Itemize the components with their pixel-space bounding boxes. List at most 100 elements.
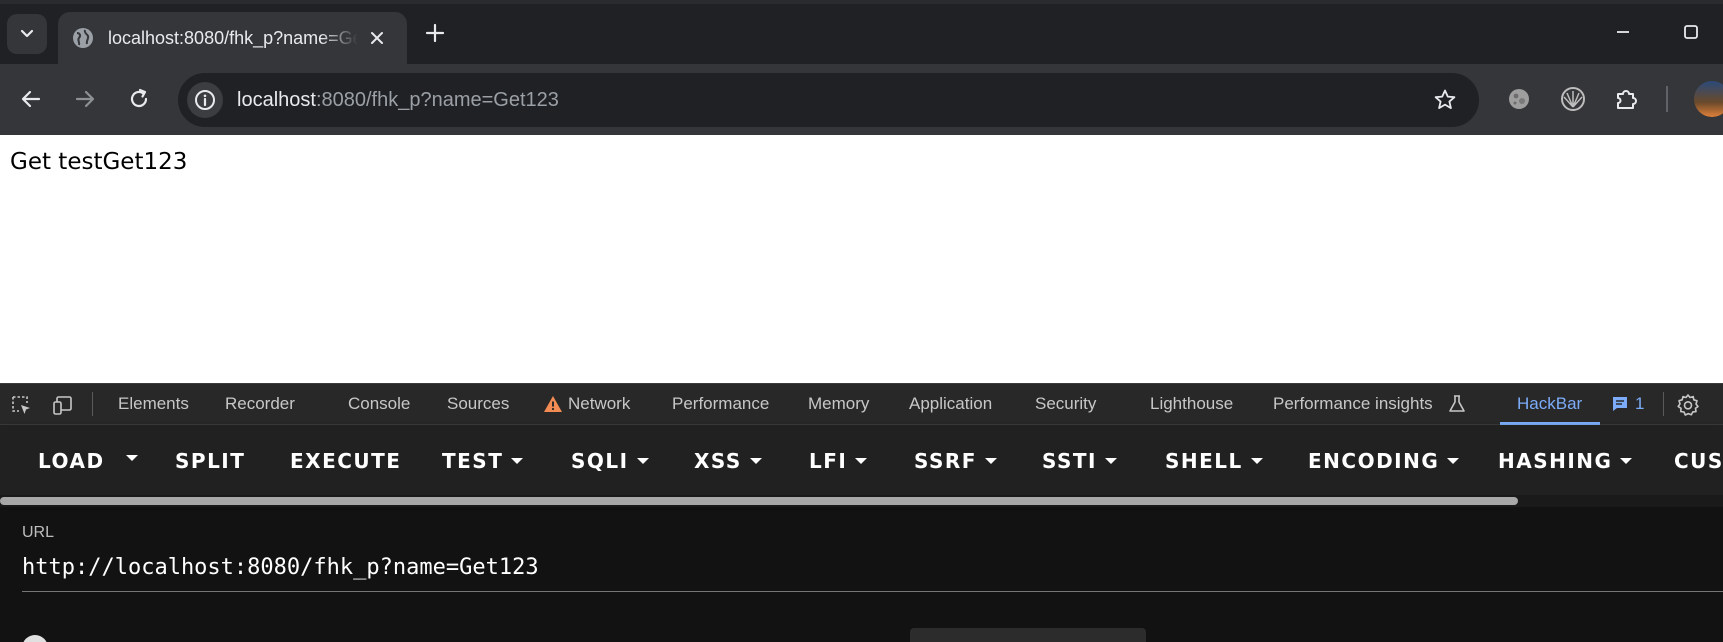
shell-menu-label: SHELL [1165, 449, 1243, 473]
forward-button[interactable] [70, 84, 100, 114]
test-menu-label: TEST [442, 449, 504, 473]
bookmark-star-icon[interactable] [1433, 88, 1457, 112]
url-field-underline [22, 591, 1723, 592]
shell-extension-icon [1561, 87, 1585, 111]
tab-performance[interactable]: Performance [672, 394, 769, 414]
lfi-menu-label: LFI [809, 449, 848, 473]
tab-security[interactable]: Security [1035, 394, 1096, 414]
load-dropdown-caret[interactable] [126, 455, 138, 461]
caret-down-icon [636, 457, 649, 464]
extension-moon-button[interactable] [1503, 83, 1535, 115]
puzzle-piece-icon [1617, 90, 1637, 109]
experiment-flask-icon [1449, 395, 1465, 412]
message-icon [1613, 397, 1627, 411]
scrollbar-thumb[interactable] [0, 497, 1518, 505]
browser-toolbar: localhost:8080/fhk_p?name=Get123 [0, 64, 1723, 135]
extensions-button[interactable] [1611, 83, 1643, 115]
globe-icon [73, 28, 93, 48]
devtools-tab-bar: Elements Recorder Console Sources Networ… [0, 383, 1723, 425]
maximize-window-icon[interactable] [1681, 22, 1701, 42]
ssrf-menu[interactable]: SSRF [914, 449, 997, 473]
hashing-menu[interactable]: HASHING [1498, 449, 1633, 473]
url-host: localhost [237, 88, 316, 111]
tab-hackbar[interactable]: HackBar [1517, 394, 1582, 414]
tab-sources[interactable]: Sources [447, 394, 509, 414]
shell-menu[interactable]: SHELL [1165, 449, 1263, 473]
browser-tab[interactable]: localhost:8080/fhk_p?name=Get123 [58, 12, 407, 64]
hashing-menu-label: HASHING [1498, 449, 1613, 473]
tab-lighthouse[interactable]: Lighthouse [1150, 394, 1233, 414]
tab-strip: localhost:8080/fhk_p?name=Get123 [0, 0, 1723, 64]
caret-down-icon [984, 457, 997, 464]
hackbar-menu: LOAD SPLIT EXECUTE TEST SQLI XSS LFI SSR… [0, 425, 1723, 495]
load-button[interactable]: LOAD [38, 449, 105, 473]
inspect-element-icon[interactable] [10, 394, 32, 416]
ssti-menu[interactable]: SSTI [1042, 449, 1117, 473]
execute-button[interactable]: EXECUTE [290, 449, 401, 473]
site-info-button[interactable] [187, 82, 223, 118]
encoding-menu[interactable]: ENCODING [1308, 449, 1460, 473]
caret-down-icon [511, 457, 524, 464]
hackbar-horizontal-scrollbar[interactable] [0, 495, 1723, 507]
tab-performance-insights[interactable]: Performance insights [1273, 394, 1433, 414]
encoding-menu-label: ENCODING [1308, 449, 1440, 473]
address-bar[interactable]: localhost:8080/fhk_p?name=Get123 [178, 73, 1479, 127]
caret-down-icon [1250, 457, 1263, 464]
tab-strip-top-edge [0, 0, 1723, 4]
page-viewport: Get testGet123 [0, 135, 1723, 383]
issues-counter[interactable]: 1 [1611, 394, 1644, 414]
device-toolbar-icon[interactable] [52, 394, 74, 416]
partial-control[interactable] [910, 628, 1146, 642]
split-button[interactable]: SPLIT [175, 449, 245, 473]
caret-down-icon [1447, 457, 1460, 464]
hackbar-body: URL http://localhost:8080/fhk_p?name=Get… [0, 507, 1723, 642]
caret-down-icon [1620, 457, 1633, 464]
arrow-right-icon [75, 90, 95, 108]
profile-avatar[interactable] [1694, 81, 1723, 117]
tab-title: localhost:8080/fhk_p?name=Get123 [108, 27, 358, 48]
issues-count: 1 [1635, 394, 1645, 413]
xss-menu-label: XSS [694, 449, 742, 473]
ssti-menu-label: SSTI [1042, 449, 1097, 473]
back-button[interactable] [16, 84, 46, 114]
warning-icon [544, 396, 562, 412]
devtools-separator [1663, 392, 1664, 416]
caret-down-icon [1105, 457, 1117, 464]
tab-elements[interactable]: Elements [118, 394, 189, 414]
close-icon [371, 32, 383, 44]
settings-gear-icon[interactable] [1676, 393, 1700, 417]
tab-search-button[interactable] [7, 14, 47, 54]
caret-down-icon [749, 457, 762, 464]
lfi-menu[interactable]: LFI [809, 449, 868, 473]
tab-memory[interactable]: Memory [808, 394, 869, 414]
address-bar-url[interactable]: localhost:8080/fhk_p?name=Get123 [237, 89, 559, 112]
extension-shell-button[interactable] [1557, 83, 1589, 115]
url-path: :8080/fhk_p?name=Get123 [315, 88, 559, 111]
xss-menu[interactable]: XSS [694, 449, 762, 473]
sqli-menu[interactable]: SQLI [571, 449, 649, 473]
tab-close-button[interactable] [366, 27, 388, 49]
reload-button[interactable] [124, 84, 154, 114]
custom-menu[interactable]: CUST [1674, 449, 1723, 473]
tab-console[interactable]: Console [348, 394, 410, 414]
new-tab-plus-icon[interactable] [424, 22, 446, 44]
test-menu[interactable]: TEST [442, 449, 524, 473]
tab-application[interactable]: Application [909, 394, 992, 414]
tab-recorder[interactable]: Recorder [225, 394, 295, 414]
chevron-down-icon [20, 29, 34, 38]
arrow-left-icon [21, 90, 41, 108]
page-body-text: Get testGet123 [10, 149, 188, 175]
info-icon [195, 90, 215, 110]
reload-icon [130, 88, 148, 108]
tab-network[interactable]: Network [568, 394, 630, 414]
url-field[interactable]: http://localhost:8080/fhk_p?name=Get123 [22, 555, 539, 580]
ssrf-menu-label: SSRF [914, 449, 977, 473]
minimize-window-icon[interactable] [1613, 22, 1633, 42]
sqli-menu-label: SQLI [571, 449, 629, 473]
toolbar-separator [1666, 86, 1668, 112]
moon-extension-icon [1509, 89, 1529, 109]
caret-down-icon [855, 457, 868, 464]
devtools-separator [92, 392, 93, 416]
url-field-label: URL [22, 524, 55, 541]
toggle-control[interactable] [22, 635, 48, 642]
